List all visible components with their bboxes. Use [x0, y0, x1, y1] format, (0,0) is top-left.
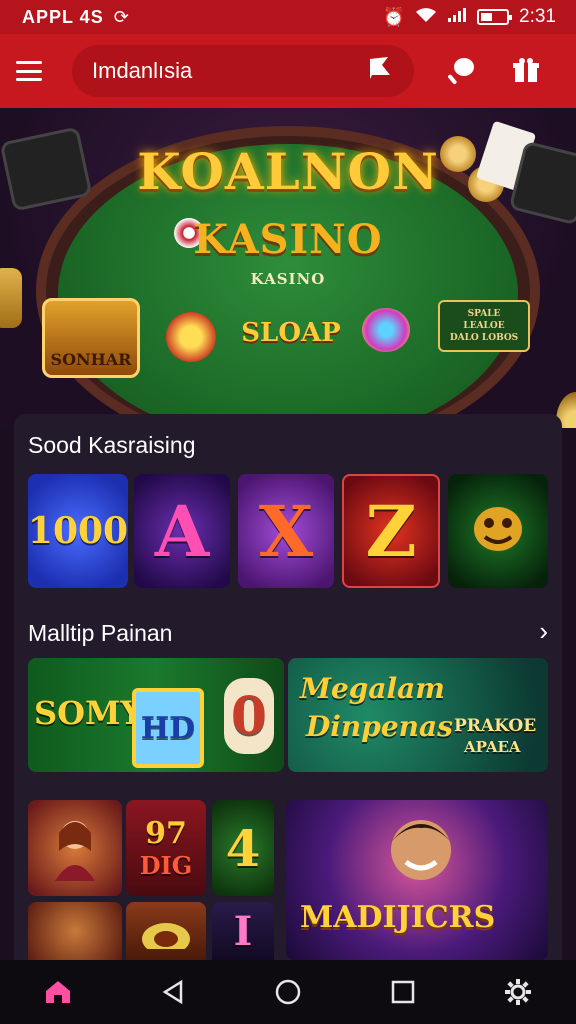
golden-mask-icon: [463, 499, 533, 563]
flag-icon[interactable]: [366, 55, 394, 87]
search-text: Imdanlısia: [92, 58, 193, 83]
hero-title: KOALNON: [137, 142, 439, 201]
game-tile-queen-2[interactable]: [28, 902, 122, 960]
search-bar[interactable]: Imdanlısia: [72, 45, 414, 97]
alarm-icon: ⏰: [382, 6, 406, 27]
app-bar: Imdanlısia: [0, 34, 576, 108]
home-icon: [45, 981, 70, 1003]
chevron-right-icon: ›: [539, 616, 548, 646]
signal-icon: [447, 7, 467, 28]
app-screen: APPL 4S ⟳ ⏰ 2:31 Imdanlısia KOALNON KASI…: [0, 0, 576, 1024]
gift-icon[interactable]: [512, 56, 540, 86]
hero-right-badge: SPALE LEALOE DALO LOBOS: [438, 300, 530, 352]
game-tile-megalam[interactable]: Megalam Dinpenas PRAKOE APAEA: [288, 658, 548, 772]
status-bar: APPL 4S ⟳ ⏰ 2:31: [0, 0, 576, 34]
section-title-multiplayer: Malltip Painan: [28, 620, 173, 646]
clock-time: 2:31: [519, 6, 556, 27]
bottom-nav-bar: [0, 960, 576, 1024]
see-more-button[interactable]: ›: [539, 616, 548, 647]
game-tile-97[interactable]: 97 DIG: [126, 800, 206, 896]
game-tile-madijicrs[interactable]: MADIJICRS: [286, 800, 548, 960]
section-title-recommended: Sood Kasraising: [28, 432, 196, 458]
nav-recents-button[interactable]: [373, 962, 433, 1022]
hero-portrait-icon: [376, 806, 466, 900]
game-tile-2[interactable]: A: [134, 474, 230, 588]
nav-settings-button[interactable]: [488, 962, 548, 1022]
game-tile-4[interactable]: Z: [342, 474, 440, 588]
wifi-icon: [415, 7, 437, 28]
nav-back-button[interactable]: [143, 962, 203, 1022]
sync-icon: ⟳: [113, 6, 129, 27]
trophy-cup-icon: [362, 308, 410, 352]
back-triangle-icon: [162, 979, 183, 1005]
hero-subtitle: KASINO: [193, 216, 383, 263]
ping-pong-icon[interactable]: [446, 56, 476, 86]
nav-home-circle-button[interactable]: [258, 962, 318, 1022]
carrier-label: APPL 4S: [22, 6, 104, 27]
gear-icon: [505, 979, 532, 1005]
game-tile-queen[interactable]: [28, 800, 122, 896]
hero-left-badge: SONHAR: [42, 298, 140, 378]
game-tile-3[interactable]: X: [238, 474, 334, 588]
hero-banner[interactable]: KOALNON KASINO KASINO SONHAR SLOAP SPALE…: [0, 108, 576, 428]
nav-home-button[interactable]: [28, 962, 88, 1022]
game-tile-slots-large[interactable]: SOMY HD 0: [28, 658, 284, 772]
recents-square-icon: [391, 980, 415, 1004]
menu-button[interactable]: [16, 61, 42, 81]
wheel-icon: [138, 909, 194, 955]
slot-coin-icon: [166, 312, 216, 362]
game-tile-5[interactable]: [448, 474, 548, 588]
game-tile-1[interactable]: 1000: [28, 474, 128, 588]
portrait-icon: [45, 811, 105, 885]
game-tile-4[interactable]: 4: [212, 800, 274, 896]
hero-center-badge: SLOAP: [241, 318, 341, 348]
hero-caption: KASINO: [250, 270, 326, 288]
game-tile-wheel[interactable]: [126, 902, 206, 960]
battery-icon: [477, 9, 513, 25]
game-tile-i[interactable]: I: [212, 902, 274, 960]
home-circle-icon: [275, 979, 301, 1005]
